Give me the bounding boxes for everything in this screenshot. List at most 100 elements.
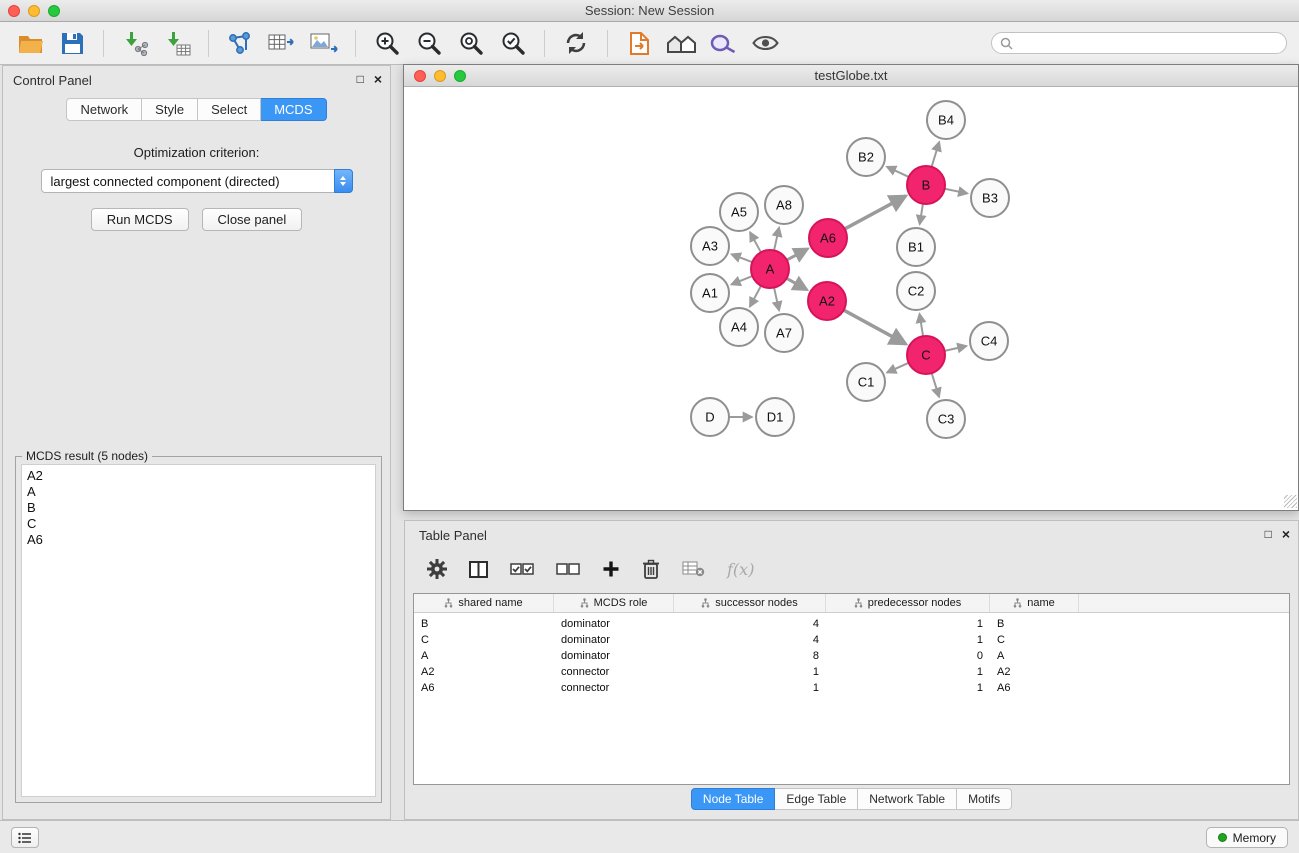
tab-motifs[interactable]: Motifs (957, 788, 1012, 810)
toggle-columns-button[interactable] (469, 561, 488, 578)
table-options-button[interactable] (427, 559, 447, 579)
table-cell[interactable]: 4 (674, 634, 826, 646)
table-cell[interactable]: 8 (674, 650, 826, 662)
vision-filter-button[interactable] (705, 26, 741, 60)
column-header[interactable]: name (990, 594, 1079, 612)
open-recent-file-button[interactable] (621, 26, 657, 60)
delete-columns-button[interactable] (642, 559, 660, 579)
zoom-selected-button[interactable] (495, 26, 531, 60)
home-views-button[interactable] (663, 26, 699, 60)
memory-button[interactable]: Memory (1206, 827, 1288, 848)
zoom-fit-button[interactable] (453, 26, 489, 60)
table-row[interactable]: A2connector11A2 (414, 664, 1289, 680)
table-cell[interactable]: 0 (826, 650, 990, 662)
graph-edge-B-B1[interactable] (920, 204, 923, 225)
close-window-button[interactable] (8, 5, 20, 17)
table-cell[interactable]: connector (554, 666, 674, 678)
select-all-button[interactable] (510, 562, 534, 576)
graph-edge-C-C2[interactable] (920, 314, 924, 337)
tab-node-table[interactable]: Node Table (691, 788, 776, 810)
table-cell[interactable]: A (990, 650, 1079, 662)
graph-edge-A-A3[interactable] (731, 254, 752, 262)
graph-edge-A-A1[interactable] (731, 276, 752, 284)
column-header[interactable]: successor nodes (674, 594, 826, 612)
tab-edge-table[interactable]: Edge Table (775, 788, 858, 810)
refresh-view-button[interactable] (558, 26, 594, 60)
zoom-network-window-button[interactable] (454, 70, 466, 82)
graph-edge-C-C3[interactable] (932, 373, 939, 397)
graph-edge-A-A6[interactable] (787, 249, 808, 260)
graph-edge-B-B2[interactable] (887, 167, 909, 177)
table-row[interactable]: Cdominator41C (414, 632, 1289, 648)
export-image-button[interactable] (306, 26, 342, 60)
graph-edge-A2-C[interactable] (844, 310, 906, 344)
table-cell[interactable]: A2 (414, 666, 554, 678)
float-table-panel-icon[interactable]: □ (1265, 528, 1272, 540)
graph-edge-A-A7[interactable] (774, 288, 779, 311)
graph-edge-A-A5[interactable] (750, 232, 761, 252)
zoom-in-button[interactable] (369, 26, 405, 60)
table-cell[interactable]: A6 (414, 682, 554, 694)
search-input[interactable] (1018, 36, 1278, 50)
graph-edge-A6-B[interactable] (845, 196, 906, 229)
network-graph[interactable]: B4B2BB3A5A8A6A3B1AC2A1A2A4A7C4CC1DD1C3 (404, 87, 1298, 509)
graph-edge-A-A2[interactable] (787, 278, 807, 289)
tab-style[interactable]: Style (142, 98, 198, 121)
table-cell[interactable]: C (414, 634, 554, 646)
close-panel-icon[interactable]: × (374, 73, 382, 85)
save-session-button[interactable] (54, 26, 90, 60)
graph-edge-B-B4[interactable] (932, 142, 940, 167)
table-cell[interactable]: 1 (826, 618, 990, 630)
tab-network[interactable]: Network (66, 98, 142, 121)
optimization-criterion-select[interactable]: largest connected component (directed) (41, 169, 353, 193)
table-row[interactable]: A6connector11A6 (414, 680, 1289, 696)
table-cell[interactable]: B (414, 618, 554, 630)
table-cell[interactable]: 1 (674, 682, 826, 694)
import-table-button[interactable] (159, 26, 195, 60)
result-item[interactable]: C (27, 516, 370, 532)
import-network-button[interactable] (117, 26, 153, 60)
table-cell[interactable]: C (990, 634, 1079, 646)
result-item[interactable]: A6 (27, 532, 370, 548)
table-cell[interactable]: dominator (554, 618, 674, 630)
table-cell[interactable]: dominator (554, 634, 674, 646)
run-mcds-button[interactable]: Run MCDS (91, 208, 189, 231)
column-header[interactable]: predecessor nodes (826, 594, 990, 612)
deselect-all-button[interactable] (556, 562, 580, 576)
graph-edge-B-B3[interactable] (945, 189, 968, 194)
table-cell[interactable]: 1 (826, 634, 990, 646)
new-network-button[interactable] (222, 26, 258, 60)
table-cell[interactable]: B (990, 618, 1079, 630)
column-header[interactable]: MCDS role (554, 594, 674, 612)
function-builder-button[interactable]: f(x) (727, 560, 754, 579)
network-window-titlebar[interactable]: testGlobe.txt (404, 65, 1298, 87)
show-task-history-button[interactable] (11, 827, 39, 848)
graph-edge-C-C4[interactable] (945, 346, 967, 351)
table-cell[interactable]: 1 (674, 666, 826, 678)
result-item[interactable]: A2 (27, 468, 370, 484)
zoom-window-button[interactable] (48, 5, 60, 17)
export-table-button[interactable] (264, 26, 300, 60)
create-column-button[interactable] (602, 560, 620, 578)
mcds-result-list[interactable]: A2ABCA6 (21, 464, 376, 797)
zoom-out-button[interactable] (411, 26, 447, 60)
close-panel-button[interactable]: Close panel (202, 208, 303, 231)
column-header[interactable]: shared name (414, 594, 554, 612)
table-cell[interactable]: connector (554, 682, 674, 694)
graph-edge-C-C1[interactable] (887, 363, 909, 373)
result-item[interactable]: B (27, 500, 370, 516)
show-hide-panel-button[interactable] (747, 26, 783, 60)
delete-table-button[interactable] (682, 561, 705, 577)
table-cell[interactable]: A6 (990, 682, 1079, 694)
minimize-window-button[interactable] (28, 5, 40, 17)
graph-edge-A-A8[interactable] (774, 227, 779, 250)
close-network-window-button[interactable] (414, 70, 426, 82)
table-row[interactable]: Bdominator41B (414, 616, 1289, 632)
table-cell[interactable]: dominator (554, 650, 674, 662)
float-panel-icon[interactable]: □ (357, 73, 364, 85)
table-cell[interactable]: 1 (826, 682, 990, 694)
graph-edge-A-A4[interactable] (750, 286, 761, 307)
table-cell[interactable]: A2 (990, 666, 1079, 678)
open-session-button[interactable] (12, 26, 48, 60)
minimize-network-window-button[interactable] (434, 70, 446, 82)
